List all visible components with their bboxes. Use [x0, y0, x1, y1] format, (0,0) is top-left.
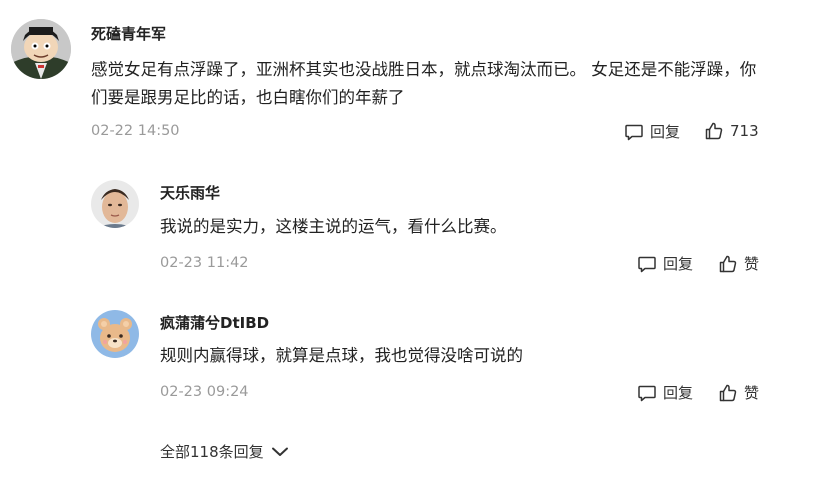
thumbs-up-icon	[719, 255, 737, 272]
like-button[interactable]: 713	[704, 121, 759, 141]
avatar-reply-2[interactable]	[91, 310, 139, 358]
comment-text: 规则内赢得球，就算是点球，我也觉得没啥可说的	[160, 346, 523, 365]
timestamp: 02-23 09:24	[160, 384, 249, 400]
thumbs-up-icon	[705, 122, 723, 140]
cartoon-avatar-icon	[11, 19, 71, 79]
reply-button[interactable]: 回复	[624, 121, 680, 142]
timestamp: 02-23 11:42	[160, 255, 249, 271]
like-label: 赞	[744, 384, 760, 402]
avatar-main[interactable]	[11, 19, 71, 79]
comment-bubble-icon	[625, 124, 643, 140]
reply-button[interactable]: 回复	[637, 382, 693, 403]
like-label: 赞	[744, 255, 760, 273]
username[interactable]: 死磕青年军	[91, 23, 166, 44]
reply-label: 回复	[650, 123, 681, 141]
like-count: 713	[730, 122, 759, 140]
photo-avatar-icon	[91, 180, 139, 228]
chevron-down-icon	[271, 447, 288, 456]
comment-bubble-icon	[638, 385, 656, 401]
thumbs-up-icon	[719, 384, 737, 401]
expand-replies-button[interactable]: 全部118条回复	[160, 441, 290, 462]
username[interactable]: 天乐雨华	[160, 182, 220, 203]
comment-bubble-icon	[638, 256, 656, 272]
reply-label: 回复	[663, 255, 694, 273]
comment-text: 我说的是实力，这楼主说的运气，看什么比赛。	[160, 217, 507, 236]
like-button[interactable]: 赞	[718, 382, 759, 403]
avatar-reply-1[interactable]	[91, 180, 139, 228]
comment-text: 感觉女足有点浮躁了，亚洲杯其实也没战胜日本，就点球淘汰而已。 女足还是不能浮躁，…	[91, 60, 757, 107]
like-button[interactable]: 赞	[718, 253, 759, 274]
reply-button[interactable]: 回复	[637, 253, 693, 274]
timestamp: 02-22 14:50	[91, 123, 180, 139]
bear-avatar-icon	[91, 310, 139, 358]
username[interactable]: 疯蒲蒲兮DtIBD	[160, 312, 269, 333]
reply-label: 回复	[663, 384, 694, 402]
expand-replies-label: 全部118条回复	[160, 443, 264, 461]
